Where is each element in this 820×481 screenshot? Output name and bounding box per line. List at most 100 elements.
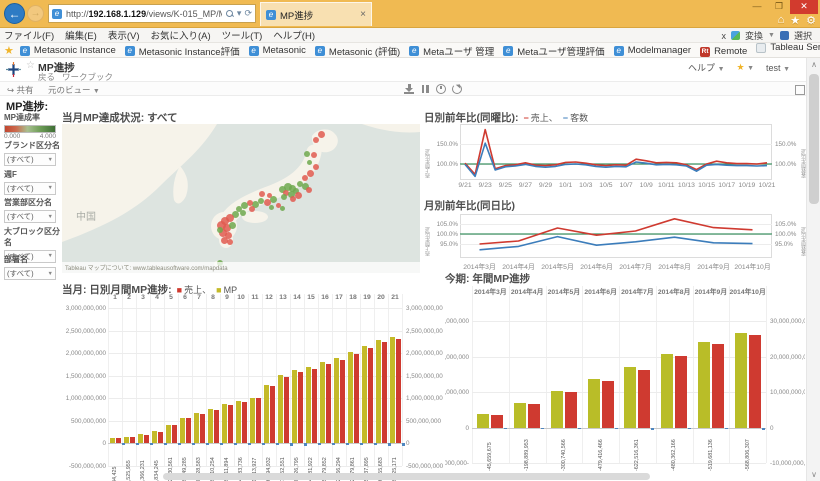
- map-store-dot[interactable]: [290, 196, 296, 202]
- sales-bar[interactable]: [158, 432, 163, 444]
- diff-marker[interactable]: [541, 428, 544, 429]
- favorite-item[interactable]: Tableau Server: [756, 42, 820, 53]
- back-button[interactable]: ←: [4, 3, 25, 24]
- favorite-menu[interactable]: ★ ▼: [737, 62, 755, 73]
- mp-bar[interactable]: [166, 425, 171, 444]
- scrollbar-thumb[interactable]: [809, 74, 819, 204]
- mp-bar[interactable]: [390, 337, 395, 443]
- favorites-star-icon[interactable]: ★: [4, 44, 14, 57]
- sales-bar[interactable]: [130, 437, 135, 443]
- convert-button[interactable]: 変換: [745, 29, 763, 42]
- sales-bar[interactable]: [116, 438, 121, 443]
- sales-bar[interactable]: [326, 364, 331, 444]
- diff-marker[interactable]: [290, 443, 293, 445]
- view-star-icon[interactable]: ☆: [26, 60, 35, 71]
- sales-bar[interactable]: [528, 404, 540, 428]
- sales-bar[interactable]: [172, 425, 177, 443]
- maximize-button[interactable]: ❐: [768, 0, 790, 14]
- mp-bar[interactable]: [320, 362, 325, 444]
- map-canvas[interactable]: 中国Tableau マップについて: www.tableausoftware.c…: [62, 124, 420, 273]
- history-icon[interactable]: [436, 84, 446, 94]
- menu-item[interactable]: 編集(E): [65, 31, 97, 42]
- map-store-dot[interactable]: [306, 187, 312, 193]
- diff-marker[interactable]: [220, 443, 223, 444]
- favorite-item[interactable]: eMetasonic (評価): [315, 44, 400, 58]
- diff-marker[interactable]: [504, 428, 507, 429]
- menu-item[interactable]: ツール(T): [222, 31, 263, 42]
- filter-dropdown[interactable]: (すべて)▼: [4, 267, 56, 280]
- map-store-dot[interactable]: [281, 194, 287, 200]
- sales-bar[interactable]: [368, 348, 373, 444]
- mp-bar[interactable]: [376, 340, 381, 443]
- diff-marker[interactable]: [122, 443, 125, 444]
- mp-bar[interactable]: [477, 414, 489, 427]
- diff-marker[interactable]: [725, 428, 728, 430]
- map-store-dot[interactable]: [217, 227, 223, 233]
- tab-close-icon[interactable]: ×: [360, 9, 366, 20]
- mp-bar[interactable]: [306, 367, 311, 444]
- diff-marker[interactable]: [150, 443, 153, 444]
- favorites-icon[interactable]: ★: [790, 14, 800, 27]
- sales-bar[interactable]: [382, 342, 387, 443]
- map-store-dot[interactable]: [227, 239, 233, 245]
- favorite-item[interactable]: eMetaユーザ管理評価: [503, 44, 604, 58]
- sales-bar[interactable]: [749, 335, 761, 427]
- original-view-button[interactable]: 元のビュー ▼: [48, 84, 100, 96]
- mp-bar[interactable]: [208, 409, 213, 444]
- pause-icon[interactable]: [420, 84, 430, 94]
- diff-marker[interactable]: [360, 443, 363, 445]
- scroll-up-icon[interactable]: ∧: [807, 60, 820, 69]
- map-store-dot[interactable]: [249, 206, 255, 212]
- search-icon[interactable]: [226, 10, 234, 18]
- sales-bar[interactable]: [340, 360, 345, 444]
- sales-bar[interactable]: [396, 339, 401, 443]
- sales-bar[interactable]: [256, 398, 261, 443]
- mp-bar[interactable]: [292, 370, 297, 443]
- map-store-dot[interactable]: [318, 131, 325, 138]
- filter-dropdown[interactable]: (すべて)▼: [4, 153, 56, 166]
- close-button[interactable]: ✕: [790, 0, 818, 14]
- diff-marker[interactable]: [578, 428, 581, 429]
- dropdown-caret-icon[interactable]: ▾: [237, 8, 242, 19]
- mp-bar[interactable]: [194, 413, 199, 443]
- select-button[interactable]: 選択: [794, 29, 812, 42]
- diff-marker[interactable]: [262, 443, 265, 444]
- mp-bar[interactable]: [514, 403, 526, 427]
- favorite-item[interactable]: eMetasonic Instance評価: [125, 44, 240, 58]
- diff-marker[interactable]: [332, 443, 335, 445]
- mp-bar[interactable]: [348, 352, 353, 443]
- map-store-dot[interactable]: [229, 222, 236, 229]
- map-store-dot[interactable]: [304, 151, 310, 157]
- mp-bar[interactable]: [551, 391, 563, 427]
- diff-marker[interactable]: [318, 443, 321, 445]
- settings-gear-icon[interactable]: ⚙: [806, 14, 816, 27]
- sales-bar[interactable]: [200, 414, 205, 444]
- mp-bar[interactable]: [588, 379, 600, 428]
- sales-bar[interactable]: [491, 415, 503, 428]
- diff-marker[interactable]: [136, 443, 139, 444]
- favorite-item[interactable]: eMetasonic: [249, 45, 306, 56]
- mp-bar[interactable]: [250, 398, 255, 444]
- minimize-button[interactable]: —: [746, 0, 768, 14]
- diff-marker[interactable]: [192, 443, 195, 444]
- sales-bar[interactable]: [284, 377, 289, 443]
- mp-bar[interactable]: [278, 375, 283, 444]
- sales-bar[interactable]: [214, 410, 219, 444]
- favorite-item[interactable]: eMetaユーザ 管理: [409, 44, 494, 58]
- filter-dropdown[interactable]: (すべて)▼: [4, 182, 56, 195]
- menu-item[interactable]: ファイル(F): [4, 31, 54, 42]
- mp-bar[interactable]: [124, 437, 129, 444]
- mp-bar[interactable]: [735, 333, 747, 427]
- diff-marker[interactable]: [248, 443, 251, 444]
- convert-caret-icon[interactable]: ▼: [768, 32, 775, 39]
- help-menu[interactable]: ヘルプ ▼: [688, 61, 724, 74]
- refresh-icon[interactable]: ⟳: [244, 8, 252, 19]
- sales-bar[interactable]: [298, 372, 303, 443]
- sales-bar[interactable]: [638, 370, 650, 428]
- mp-bar[interactable]: [264, 385, 269, 444]
- diff-marker[interactable]: [762, 428, 765, 430]
- sales-bar[interactable]: [186, 418, 191, 443]
- menu-item[interactable]: 表示(V): [108, 31, 140, 42]
- favorite-item[interactable]: eModelmanager: [614, 45, 691, 56]
- diff-marker[interactable]: [178, 443, 181, 444]
